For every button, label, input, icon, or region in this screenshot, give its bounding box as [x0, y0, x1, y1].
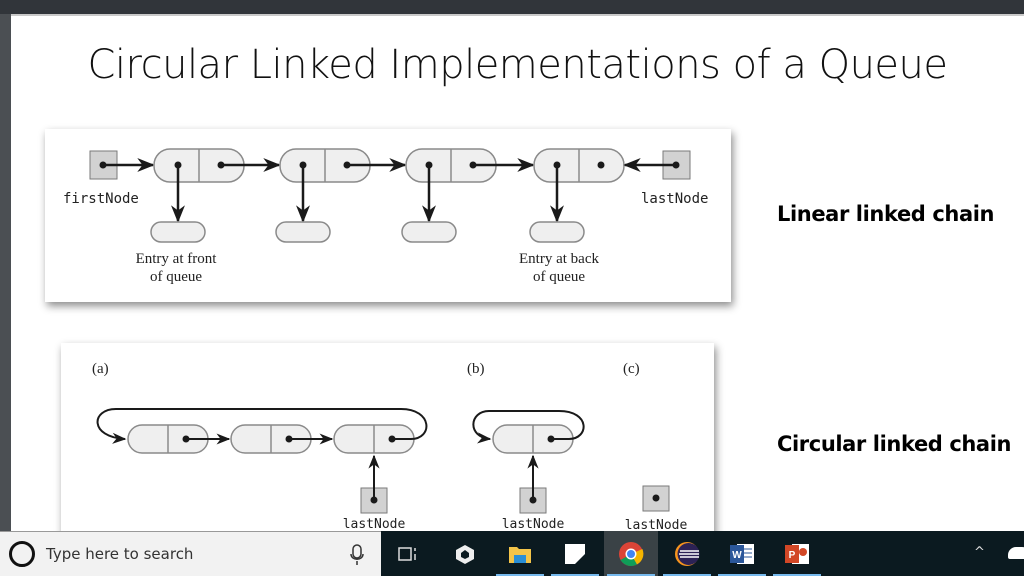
- pointer-dot: [652, 494, 660, 502]
- entry-object-2: [275, 221, 331, 243]
- back-caption-line2: of queue: [533, 269, 585, 285]
- word-icon: W: [730, 543, 754, 564]
- part-c-tag: (c): [623, 361, 640, 377]
- part-a-tag: (a): [92, 361, 109, 377]
- entry-object-3: [401, 221, 457, 243]
- microphone-icon[interactable]: [350, 544, 364, 566]
- circular-chain-label: Circular linked chain: [777, 432, 1012, 456]
- file-explorer-button[interactable]: [493, 531, 547, 576]
- sticky-app-button[interactable]: [548, 531, 602, 576]
- circular-chain-figure: (a) (b) (c) lastNode lastNode lastNode: [61, 343, 714, 531]
- cortana-icon[interactable]: [9, 541, 35, 567]
- show-hidden-icons-chevron-icon[interactable]: ^: [974, 545, 985, 560]
- task-view-icon: [398, 546, 416, 561]
- circular-c-last-node-label: lastNode: [625, 518, 688, 531]
- first-node-label: firstNode: [63, 191, 139, 207]
- front-caption-line1: Entry at front: [136, 251, 218, 267]
- chain-node-4: [533, 148, 625, 183]
- eclipse-icon: [675, 541, 700, 566]
- entry-object-4: [529, 221, 585, 243]
- window-top-bar: [0, 0, 1024, 14]
- powerpoint-icon: P: [785, 543, 809, 564]
- word-button[interactable]: W: [715, 531, 769, 576]
- powerpoint-button[interactable]: P: [770, 531, 824, 576]
- circular-b-last-node-label: lastNode: [502, 517, 565, 531]
- search-input[interactable]: Type here to search: [46, 545, 193, 563]
- eclipse-button[interactable]: [660, 531, 714, 576]
- unity-button[interactable]: [438, 531, 492, 576]
- chrome-icon: [619, 541, 644, 566]
- part-b-tag: (b): [467, 361, 485, 377]
- front-caption-line2: of queue: [150, 269, 202, 285]
- taskbar-search-box[interactable]: Type here to search: [0, 531, 381, 576]
- entry-object-1: [150, 221, 206, 243]
- onedrive-cloud-icon[interactable]: [1008, 547, 1024, 559]
- linear-chain-label: Linear linked chain: [777, 202, 995, 226]
- folder-icon: [509, 546, 531, 563]
- taskbar: Type here to search W P ^: [0, 531, 1024, 576]
- circular-a-last-node-label: lastNode: [343, 517, 406, 531]
- linear-chain-diagram: firstNode lastNode Entry at front of que…: [63, 148, 708, 285]
- back-caption-line1: Entry at back: [519, 251, 599, 267]
- slide-panel-gutter: [0, 14, 11, 531]
- circular-chain-diagram: (a) (b) (c) lastNode lastNode lastNode: [92, 361, 688, 531]
- task-view-button[interactable]: [381, 531, 435, 576]
- svg-text:W: W: [732, 550, 742, 561]
- chrome-button[interactable]: [604, 531, 658, 576]
- svg-text:P: P: [789, 550, 796, 561]
- slide-canvas: Circular Linked Implementations of a Que…: [11, 14, 1024, 531]
- slide-title: Circular Linked Implementations of a Que…: [87, 42, 948, 88]
- unity-icon: [456, 544, 474, 564]
- sticky-notes-icon: [565, 543, 585, 564]
- linear-chain-figure: firstNode lastNode Entry at front of que…: [45, 129, 731, 302]
- last-node-label: lastNode: [641, 191, 708, 207]
